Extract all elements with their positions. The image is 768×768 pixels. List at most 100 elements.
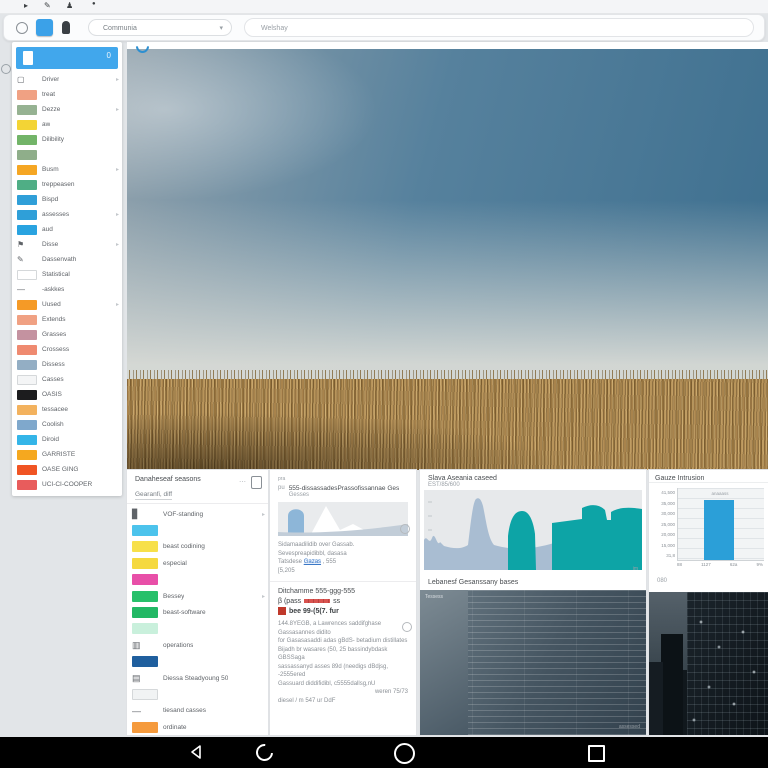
sidebar: 0 ▢Driver▸treatDezze▸awDilibility Busm ▸ tr… (12, 42, 122, 496)
back-icon[interactable] (188, 743, 204, 761)
color-swatch (17, 315, 37, 325)
item-label: tessacee (42, 406, 68, 413)
sidebar-item[interactable]: UCI-CI-COOPER (12, 477, 122, 492)
legend-item[interactable] (127, 686, 268, 702)
card1-circle-icon[interactable] (400, 524, 410, 534)
legend-item[interactable]: beast codining (127, 539, 268, 555)
legend-item[interactable]: beast-software (127, 604, 268, 620)
y-tick-label: 41,500 (655, 490, 675, 495)
sidebar-item[interactable]: Statistical (12, 267, 122, 282)
dot-icon[interactable]: ● (92, 1, 96, 7)
sidebar-item[interactable]: ▢Driver▸ (12, 72, 122, 87)
home-icon[interactable] (394, 743, 415, 764)
card1-link-pre: Tatsdese (278, 559, 304, 565)
info-card-2[interactable]: Ditchamme 555-ggg-555 β (passss bee 99-(… (270, 582, 416, 761)
person-icon[interactable]: ♟ (66, 1, 73, 10)
sidebar-item[interactable]: Dezze▸ (12, 102, 122, 117)
folder-icon: ▢ (17, 75, 37, 84)
sidebar-item[interactable]: aud (12, 222, 122, 237)
sidebar-item[interactable]: Uused▸ (12, 297, 122, 312)
card2-title: Ditchamme 555-ggg-555 (278, 588, 408, 595)
area-chart[interactable] (424, 490, 642, 570)
sidebar-item[interactable]: Dilibility (12, 132, 122, 147)
item-label: VOF-standing (163, 511, 203, 518)
legend-item-list: ▊VOF-standing▸ beast codiningespecial Bess… (127, 504, 268, 735)
legend-item[interactable]: —tiesand casses (127, 703, 268, 719)
sidebar-item[interactable]: OASIS (12, 387, 122, 402)
dark-grid-image[interactable]: Tessess assessed (420, 590, 646, 735)
card1-tab: pra (278, 476, 408, 482)
legend-item[interactable] (127, 654, 268, 670)
sidebar-item[interactable]: assesses▸ (12, 207, 122, 222)
legend-item[interactable]: ▊VOF-standing▸ (127, 506, 268, 522)
flag-icon: ⚑ (17, 240, 37, 249)
sidebar-item[interactable]: Grasses (12, 327, 122, 342)
profile-dropdown[interactable]: Communia ▾ (88, 19, 232, 36)
legend-item[interactable] (127, 572, 268, 588)
card2-para-1: 144.8YEGB, a Lawrences saddifghase Gassa… (278, 620, 408, 637)
card1-body-2: Sevespreapidibbl, dasasa (278, 550, 408, 559)
city-lights (649, 592, 768, 735)
night-city-image[interactable] (649, 592, 768, 735)
legend-item[interactable]: ordinate (127, 719, 268, 735)
card1-link[interactable]: Gazas (304, 559, 321, 565)
sidebar-item[interactable]: aw (12, 117, 122, 132)
legend-item[interactable] (127, 621, 268, 637)
sidebar-item[interactable]: Coolish (12, 417, 122, 432)
sidebar-item-selected[interactable]: 0 (16, 47, 118, 69)
card2-para-2: for Gasasasaddi adas gBdS- betadium dist… (278, 637, 408, 646)
selected-badge: 0 (107, 51, 111, 60)
prairie-photo[interactable] (127, 49, 768, 470)
chevron-right-icon: ▸ (116, 166, 119, 173)
card2-circle-icon[interactable] (402, 622, 412, 632)
sidebar-item[interactable]: Extends (12, 312, 122, 327)
cursor-icon[interactable]: ▸ (24, 1, 28, 10)
sidebar-item[interactable] (12, 147, 122, 162)
bar-panel-footer: 080 (657, 578, 667, 584)
color-swatch (17, 225, 37, 235)
legend-item[interactable]: ▤Diessa Steadyoung 50 (127, 670, 268, 686)
sidebar-item[interactable]: ✎Dassenvath (12, 252, 122, 267)
sidebar-item[interactable]: Bispd (12, 192, 122, 207)
main-content-frame (127, 42, 768, 470)
sidebar-item[interactable]: treppeasen (12, 177, 122, 192)
sidebar-item[interactable]: tessacee (12, 402, 122, 417)
item-label: UCI-CI-COOPER (42, 481, 92, 488)
sidebar-item[interactable]: Casses (12, 372, 122, 387)
sidebar-item[interactable]: Busm ▸ (12, 162, 122, 177)
color-swatch (132, 722, 158, 733)
recents-icon[interactable] (588, 745, 605, 762)
sidebar-item[interactable]: ⚑Disse▸ (12, 237, 122, 252)
sidebar-item[interactable]: Diroid (12, 432, 122, 447)
sidebar-item[interactable]: Crossess (12, 342, 122, 357)
sidebar-item[interactable]: GARRISTE (12, 447, 122, 462)
avatar-circle-icon[interactable] (16, 22, 28, 34)
chevron-down-icon: ▾ (219, 20, 223, 37)
item-label: Busm (42, 166, 59, 173)
sidebar-item[interactable]: —-askkes (12, 282, 122, 297)
y-tick-label: 25,000 (655, 522, 675, 527)
grid-section-title: Lebanesf Gesanssany bases (420, 575, 646, 586)
legend-panel: Danaheseaf seasons Gearanfi, diff ⋯ ▊VOF… (127, 470, 268, 735)
pen-icon: ✎ (17, 255, 37, 264)
info-card-1[interactable]: pra pu 555-dissassadesPrassofissannae Ge… (270, 470, 416, 582)
legend-item[interactable] (127, 522, 268, 538)
legend-item[interactable]: Bessey▸ (127, 588, 268, 604)
search-input[interactable]: Welshay (244, 18, 754, 37)
more-dots-icon[interactable]: ⋯ (239, 478, 246, 486)
sidebar-item[interactable]: OASE GING (12, 462, 122, 477)
refresh-icon[interactable] (253, 741, 277, 765)
blue-tool-icon[interactable] (36, 19, 53, 36)
sidebar-item[interactable]: Dissess (12, 357, 122, 372)
note-icon[interactable] (251, 476, 262, 489)
pen-icon[interactable]: ✎ (44, 1, 51, 10)
item-label: Statistical (42, 271, 70, 278)
color-swatch (17, 135, 37, 145)
legend-item[interactable]: especial (127, 555, 268, 571)
bar-chart[interactable]: 41,50035,00030,00025,00020,00015,00031,8… (655, 488, 763, 566)
legend-item[interactable]: ▥operations (127, 637, 268, 653)
dark-tool-icon[interactable] (62, 21, 70, 34)
card2-footer-link[interactable]: diesel / m 547 ur DdF (278, 697, 408, 706)
item-label: tiesand casses (163, 707, 206, 714)
sidebar-item[interactable]: treat (12, 87, 122, 102)
